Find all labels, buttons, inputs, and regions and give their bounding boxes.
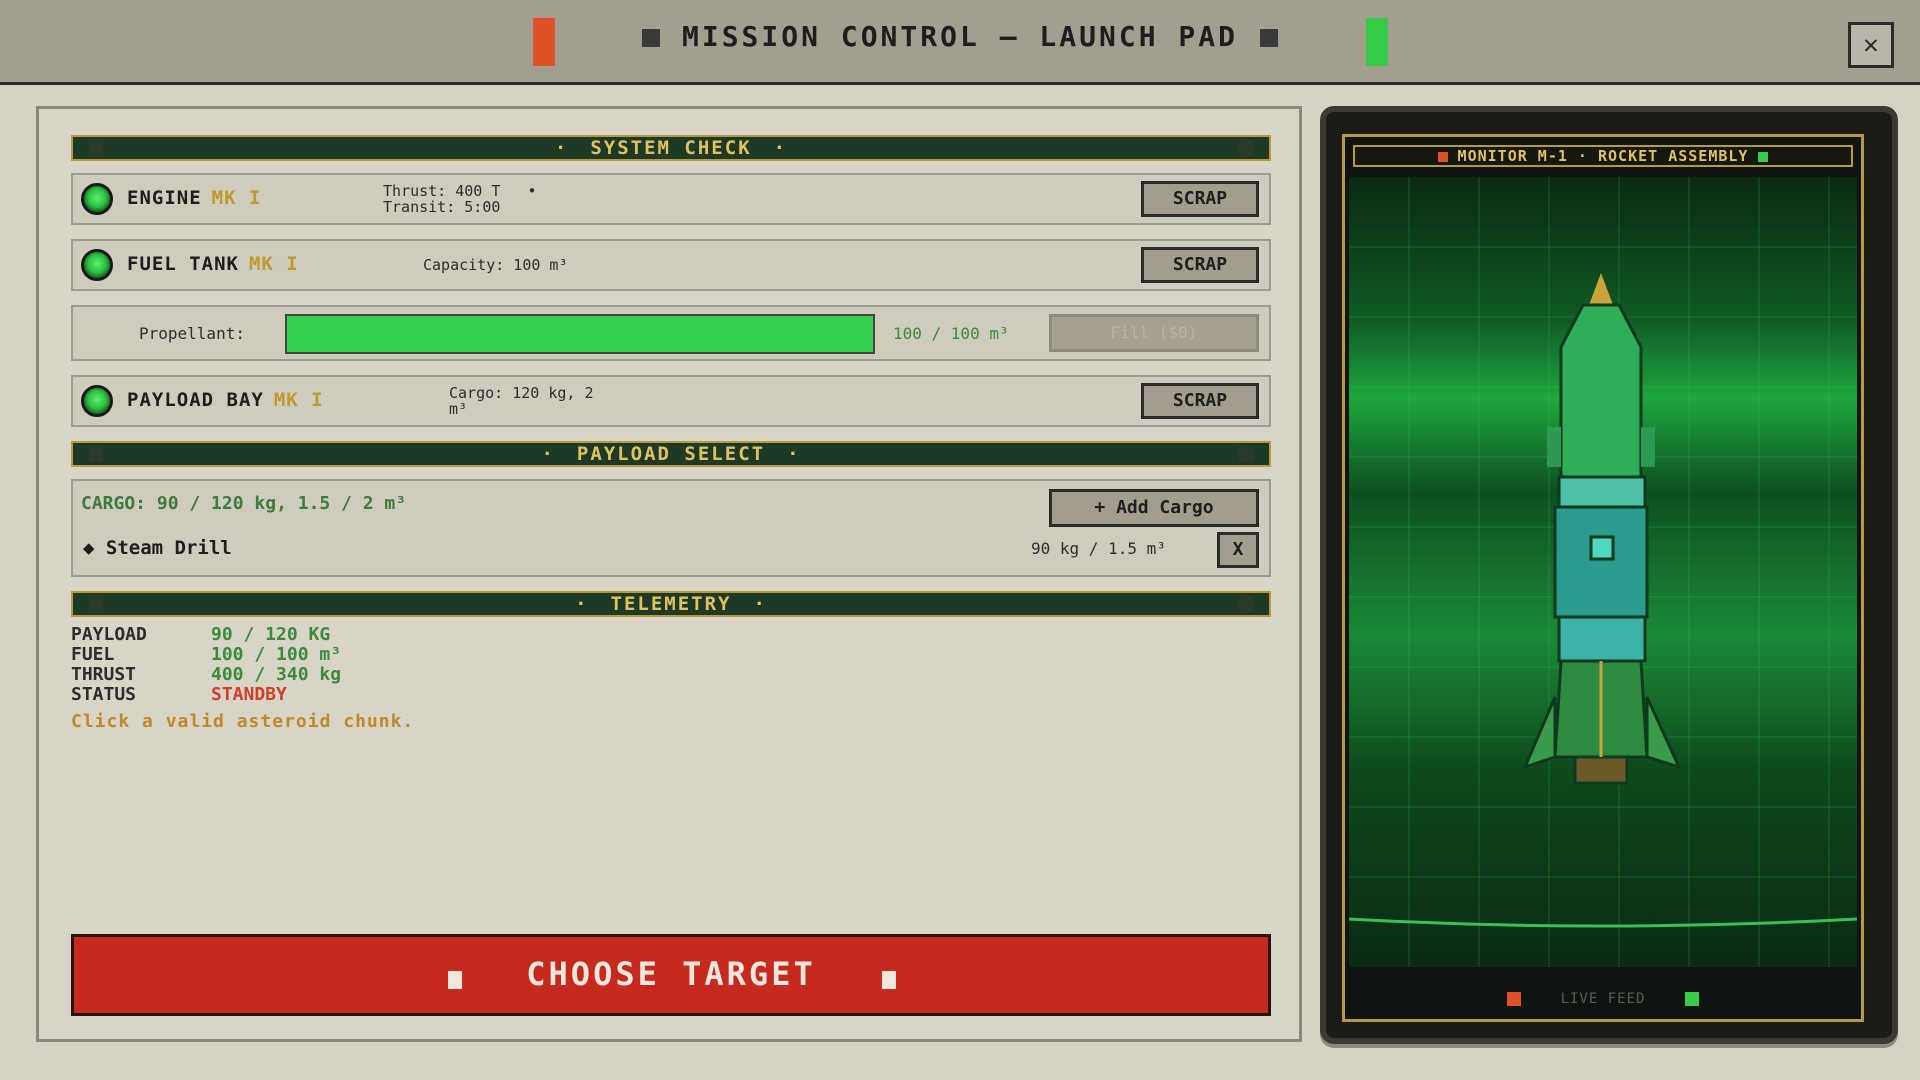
telemetry-title: TELEMETRY — [610, 593, 732, 615]
page-title-text: MISSION CONTROL — LAUNCH PAD — [681, 20, 1238, 53]
fill-button[interactable]: Fill ($0) — [1049, 314, 1259, 352]
scrap-fuel-tank-button[interactable]: SCRAP — [1141, 247, 1259, 283]
cargo-item-name: ◆ Steam Drill — [83, 537, 232, 559]
hint-text: Click a valid asteroid chunk. — [71, 711, 415, 732]
scrap-engine-button[interactable]: SCRAP — [1141, 181, 1259, 217]
red-square-icon — [1437, 151, 1448, 162]
cargo-panel: CARGO: 90 / 120 kg, 1.5 / 2 m³ + Add Car… — [71, 479, 1271, 577]
telemetry-row: FUEL 100 / 100 m³ — [71, 644, 342, 665]
section-header-payload-select: · PAYLOAD SELECT · — [71, 441, 1271, 467]
rocket-hologram — [1349, 177, 1857, 967]
choose-target-label: CHOOSE TARGET — [526, 955, 816, 993]
green-square-icon — [1685, 992, 1700, 1006]
green-square-icon — [1758, 151, 1769, 162]
indicator-green-light — [1366, 18, 1388, 66]
live-feed-label: LIVE FEED — [1560, 991, 1646, 1007]
status-value: STANDBY — [211, 684, 287, 705]
telemetry-list: PAYLOAD 90 / 120 KG FUEL 100 / 100 m³ THRU… — [71, 625, 571, 705]
monitor-footer: LIVE FEED — [1345, 991, 1861, 1007]
telemetry-row: THRUST 400 / 340 kg — [71, 664, 342, 685]
module-name: ENGINE MK I — [127, 187, 262, 209]
launch-pad-panel: · SYSTEM CHECK · ENGINE MK I Thrust: 400 T … — [36, 106, 1302, 1042]
module-name: FUEL TANK MK I — [127, 253, 299, 275]
red-square-icon — [1506, 992, 1521, 1006]
cargo-summary: CARGO: 90 / 120 kg, 1.5 / 2 m³ — [81, 493, 407, 514]
module-row-payload-bay: PAYLOAD BAY MK I Cargo: 120 kg, 2 m³ SCRA… — [71, 375, 1271, 427]
rocket-viewport — [1349, 177, 1857, 967]
module-stats: Cargo: 120 kg, 2 m³ — [449, 384, 594, 418]
telemetry-row: PAYLOAD 90 / 120 KG — [71, 624, 331, 645]
module-stats: Capacity: 100 m³ — [423, 256, 568, 274]
system-check-title: SYSTEM CHECK — [590, 137, 752, 159]
cargo-item-meta: 90 kg / 1.5 m³ — [1031, 539, 1166, 558]
module-stats: Thrust: 400 T • Transit: 5:00 — [383, 182, 537, 216]
monitor-bezel: MONITOR M-1 · ROCKET ASSEMBLY LIVE FEED — [1342, 134, 1864, 1022]
status-led-green-icon — [81, 385, 113, 417]
propellant-label: Propellant: — [139, 324, 245, 343]
propellant-bar — [285, 314, 875, 354]
module-row-engine: ENGINE MK I Thrust: 400 T • Transit: 5:00… — [71, 173, 1271, 225]
top-bar: MISSION CONTROL — LAUNCH PAD ✕ — [0, 0, 1920, 85]
monitor-header: MONITOR M-1 · ROCKET ASSEMBLY — [1353, 145, 1853, 167]
status-led-green-icon — [81, 183, 113, 215]
module-row-fuel-tank: FUEL TANK MK I Capacity: 100 m³ SCRAP — [71, 239, 1271, 291]
monitor-subtitle: ROCKET ASSEMBLY — [1597, 147, 1749, 165]
choose-target-button[interactable]: CHOOSE TARGET — [71, 934, 1271, 1016]
module-name: PAYLOAD BAY MK I — [127, 389, 324, 411]
section-header-telemetry: · TELEMETRY · — [71, 591, 1271, 617]
propellant-bar-fill — [287, 316, 873, 352]
monitor-title: MONITOR M-1 — [1457, 147, 1568, 165]
remove-cargo-button[interactable]: X — [1217, 532, 1259, 568]
title-square-icon — [641, 29, 660, 47]
page-title: MISSION CONTROL — LAUNCH PAD — [0, 20, 1920, 53]
propellant-row: Propellant: 100 / 100 m³ Fill ($0) — [71, 305, 1271, 361]
scrap-payload-bay-button[interactable]: SCRAP — [1141, 383, 1259, 419]
status-led-green-icon — [81, 249, 113, 281]
monitor-frame: MONITOR M-1 · ROCKET ASSEMBLY LIVE FEED — [1320, 106, 1898, 1044]
telemetry-row: STATUS STANDBY — [71, 684, 287, 705]
section-header-system-check: · SYSTEM CHECK · — [71, 135, 1271, 161]
title-square-icon — [1260, 29, 1278, 47]
close-button[interactable]: ✕ — [1848, 22, 1894, 68]
payload-select-title: PAYLOAD SELECT — [576, 443, 766, 465]
add-cargo-button[interactable]: + Add Cargo — [1049, 489, 1259, 527]
propellant-value: 100 / 100 m³ — [893, 324, 1009, 343]
